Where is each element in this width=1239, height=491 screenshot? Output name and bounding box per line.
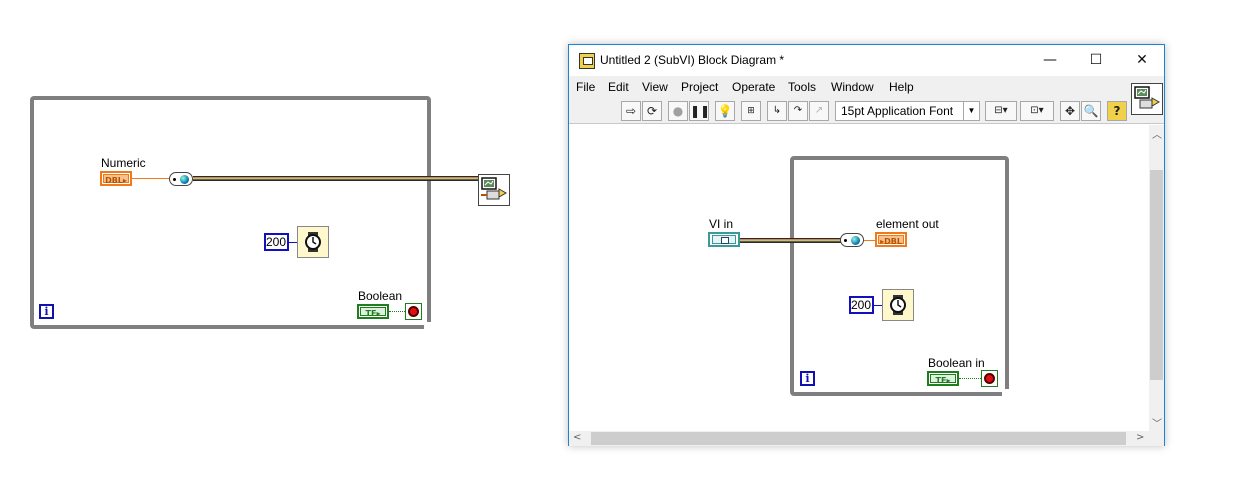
subvi-icon[interactable] xyxy=(478,174,510,206)
font-selector-value: 15pt Application Font xyxy=(841,104,954,118)
menu-bar: File Edit View Project Operate Tools Win… xyxy=(569,76,1164,98)
numeric-label: Numeric xyxy=(101,156,146,170)
labview-icon xyxy=(579,53,595,69)
search-icon[interactable]: 🔍 xyxy=(1081,101,1101,121)
scroll-down-icon[interactable]: ﹀ xyxy=(1152,415,1162,430)
globe-icon xyxy=(851,236,860,245)
loop-stop-condition-right[interactable] xyxy=(981,370,998,387)
wait-ms-icon[interactable] xyxy=(297,226,329,258)
chevron-down-icon: ▼ xyxy=(963,102,979,120)
abort-icon[interactable]: ● xyxy=(668,101,688,121)
vi-in-wire xyxy=(740,238,840,243)
wait-ms-icon[interactable] xyxy=(882,289,914,321)
align-objects-icon[interactable]: ⊟▾ xyxy=(985,101,1017,121)
run-arrow-icon[interactable]: ⇨ xyxy=(621,101,641,121)
title-bar[interactable]: Untitled 2 (SubVI) Block Diagram * — ☐ ✕ xyxy=(569,45,1164,76)
block-diagram-window: Untitled 2 (SubVI) Block Diagram * — ☐ ✕… xyxy=(568,44,1165,446)
highlight-execution-icon[interactable]: 💡 xyxy=(715,101,735,121)
step-over-icon[interactable]: ↷ xyxy=(788,101,808,121)
globe-icon xyxy=(180,175,189,184)
boolean-terminal[interactable]: TF▸ xyxy=(357,304,389,319)
stop-icon xyxy=(408,306,419,317)
int-wire xyxy=(289,242,297,243)
boolean-label: Boolean xyxy=(358,289,403,303)
vertical-scroll-thumb[interactable] xyxy=(1150,170,1163,380)
iteration-terminal-right: i xyxy=(800,371,815,386)
menu-project[interactable]: Project xyxy=(681,80,718,94)
boolean-in-label: Boolean in xyxy=(928,356,985,370)
scrollbar-corner xyxy=(1149,431,1164,446)
int-wire-right xyxy=(874,305,882,306)
toolbar: ⇨ ⟳ ● ❚❚ 💡 ⊞ ↳ ↷ ↗ 15pt Application Font… xyxy=(569,98,1164,124)
menu-file[interactable]: File xyxy=(576,80,595,94)
menu-window[interactable]: Window xyxy=(831,80,874,94)
vi-reference-node[interactable] xyxy=(169,172,193,186)
boolean-in-wire xyxy=(959,378,981,379)
menu-view[interactable]: View xyxy=(642,80,668,94)
maximize-button[interactable]: ☐ xyxy=(1073,45,1119,76)
iteration-terminal: i xyxy=(39,304,54,319)
boolean-wire xyxy=(389,311,405,312)
wait-ms-constant-right[interactable]: 200 xyxy=(849,296,874,314)
run-continuously-icon[interactable]: ⟳ xyxy=(642,101,662,121)
vertical-scrollbar[interactable]: ︿ ﹀ xyxy=(1149,125,1164,431)
loop-stop-condition[interactable] xyxy=(405,303,422,320)
scroll-left-icon[interactable]: < xyxy=(573,432,581,443)
scroll-up-icon[interactable]: ︿ xyxy=(1152,126,1162,141)
vi-in-terminal[interactable] xyxy=(708,232,740,247)
element-out-type-text: DBL xyxy=(884,237,902,246)
font-selector[interactable]: 15pt Application Font ▼ xyxy=(835,101,980,121)
menu-operate[interactable]: Operate xyxy=(732,80,775,94)
element-out-indicator[interactable]: ▸DBL xyxy=(875,232,907,247)
dbl-wire xyxy=(132,178,170,179)
step-into-icon[interactable]: ↳ xyxy=(767,101,787,121)
step-out-icon[interactable]: ↗ xyxy=(809,101,829,121)
numeric-type-text: DBL xyxy=(105,176,123,185)
vi-reference-node-right[interactable] xyxy=(840,233,864,247)
boolean-in-terminal[interactable]: TF▸ xyxy=(927,371,959,386)
vi-reference-wire xyxy=(193,176,479,181)
stop-icon xyxy=(984,373,995,384)
dbl-wire-right xyxy=(864,240,875,241)
numeric-terminal[interactable]: DBL▸ xyxy=(100,171,132,186)
boolean-in-type-text: TF xyxy=(935,376,947,385)
pause-icon[interactable]: ❚❚ xyxy=(689,101,710,121)
minimize-button[interactable]: — xyxy=(1027,45,1073,76)
retain-wire-values-icon[interactable]: ⊞ xyxy=(741,101,761,121)
distribute-objects-icon[interactable]: ⊡▾ xyxy=(1020,101,1054,121)
menu-tools[interactable]: Tools xyxy=(788,80,816,94)
window-title: Untitled 2 (SubVI) Block Diagram * xyxy=(600,53,785,67)
menu-edit[interactable]: Edit xyxy=(608,80,629,94)
horizontal-scrollbar[interactable]: < > xyxy=(569,431,1149,446)
horizontal-scroll-thumb[interactable] xyxy=(591,432,1126,445)
boolean-type-text: TF xyxy=(365,309,377,318)
vi-in-label: VI in xyxy=(709,217,734,231)
clean-up-diagram-icon[interactable]: ✥ xyxy=(1060,101,1080,121)
close-button[interactable]: ✕ xyxy=(1119,45,1165,76)
scroll-right-icon[interactable]: > xyxy=(1136,432,1144,443)
wait-ms-constant[interactable]: 200 xyxy=(264,233,289,251)
menu-help[interactable]: Help xyxy=(889,80,914,94)
context-help-icon[interactable]: ? xyxy=(1107,101,1127,121)
element-out-label: element out xyxy=(876,217,939,231)
vi-connector-icon[interactable] xyxy=(1131,83,1163,115)
diagram-canvas[interactable]: VI in element out ▸DBL 200 Boolean in TF… xyxy=(569,125,1149,431)
